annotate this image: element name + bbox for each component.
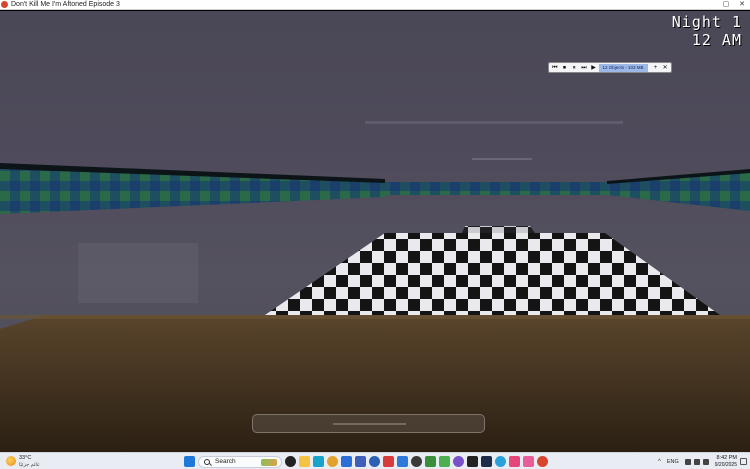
maximize-button[interactable]: ▢ xyxy=(718,0,734,10)
app-icon xyxy=(1,1,8,8)
weather-temp: 33°C xyxy=(19,455,32,461)
weather-desc: غائم جزئيًا xyxy=(19,462,40,468)
system-tray: ^ ENG 8:42 PM 9/20/2025 xyxy=(658,454,750,469)
add-button[interactable]: + xyxy=(652,64,660,72)
search-input[interactable]: Search xyxy=(198,455,282,468)
purple-app-icon[interactable] xyxy=(453,456,464,467)
taskbar-clock[interactable]: 8:42 PM 9/20/2025 xyxy=(715,455,737,468)
pause-button[interactable]: ⏸ xyxy=(570,64,578,72)
checker-floor xyxy=(265,233,720,315)
taskbar: 33°C غائم جزئيًا Search ^ ENG 8:42 PM 9/… xyxy=(0,452,750,469)
chrome-icon[interactable] xyxy=(327,456,338,467)
game-icon[interactable] xyxy=(425,456,436,467)
rewind-button[interactable]: ⏮ xyxy=(551,64,559,72)
game-scene xyxy=(0,121,750,452)
window-controls: ▢ ✕ xyxy=(718,0,750,10)
clock-app-icon[interactable] xyxy=(481,456,492,467)
telegram-icon[interactable] xyxy=(495,456,506,467)
search-placeholder: Search xyxy=(215,458,236,465)
tray-overflow-icon[interactable]: ^ xyxy=(658,459,661,465)
word-icon[interactable] xyxy=(369,456,380,467)
weather-widget[interactable]: 33°C غائم جزئيًا xyxy=(6,454,46,469)
close-button[interactable]: ✕ xyxy=(734,0,750,10)
recorder-toolbar: ⏮ ⏹ ⏸ ⏭ ▶ 12 Objects - 103 MB + ✕ xyxy=(548,62,672,73)
window-titlebar: Don't Kill Me I'm Aftoned Episode 3 ▢ ✕ xyxy=(0,0,750,10)
night-label: Night 1 xyxy=(671,13,742,31)
game-running-icon[interactable] xyxy=(537,456,548,467)
blue-app-icon[interactable] xyxy=(397,456,408,467)
clock-time: 8:42 PM xyxy=(716,455,737,461)
wall-stripe-center xyxy=(385,182,607,195)
red-app-icon[interactable] xyxy=(383,456,394,467)
language-indicator[interactable]: ENG xyxy=(667,459,679,465)
wifi-icon[interactable] xyxy=(684,458,691,465)
weather-sun-icon xyxy=(6,456,16,466)
terminal-icon[interactable] xyxy=(411,456,422,467)
forward-button[interactable]: ⏭ xyxy=(580,64,588,72)
start-icon[interactable] xyxy=(184,456,195,467)
stop-button[interactable]: ⏹ xyxy=(561,64,569,72)
green-app-icon[interactable] xyxy=(439,456,450,467)
recorder-status: 12 Objects - 103 MB xyxy=(599,63,648,72)
night-clock-hud: Night 1 12 AM xyxy=(672,13,742,49)
play-button[interactable]: ▶ xyxy=(590,64,598,72)
store-icon[interactable] xyxy=(355,456,366,467)
search-highlight-icon xyxy=(261,458,277,466)
clock-date: 9/20/2025 xyxy=(714,462,737,468)
camera-toggle-bar[interactable] xyxy=(252,414,485,433)
game-viewport[interactable]: Night 1 12 AM ⏮ ⏹ ⏸ ⏭ ▶ 12 Objects - 103… xyxy=(0,11,750,452)
task-view-icon[interactable] xyxy=(285,456,296,467)
ceiling-beam xyxy=(365,121,623,124)
battery-icon[interactable] xyxy=(702,458,709,465)
search-icon xyxy=(204,458,210,465)
ceiling-light xyxy=(472,158,532,160)
pink-app-icon[interactable] xyxy=(523,456,534,467)
recorder-close-button[interactable]: ✕ xyxy=(661,64,669,72)
window-title: Don't Kill Me I'm Aftoned Episode 3 xyxy=(11,0,120,8)
volume-icon[interactable] xyxy=(693,458,700,465)
mail-icon[interactable] xyxy=(341,456,352,467)
window-left xyxy=(78,243,198,303)
file-explorer-icon[interactable] xyxy=(299,456,310,467)
github-icon[interactable] xyxy=(467,456,478,467)
edge-icon[interactable] xyxy=(313,456,324,467)
notification-icon[interactable] xyxy=(740,458,747,465)
app-root: Don't Kill Me I'm Aftoned Episode 3 ▢ ✕ xyxy=(0,0,750,469)
time-label: 12 AM xyxy=(691,31,742,49)
taskbar-apps: Search xyxy=(184,454,548,469)
flower-app-icon[interactable] xyxy=(509,456,520,467)
